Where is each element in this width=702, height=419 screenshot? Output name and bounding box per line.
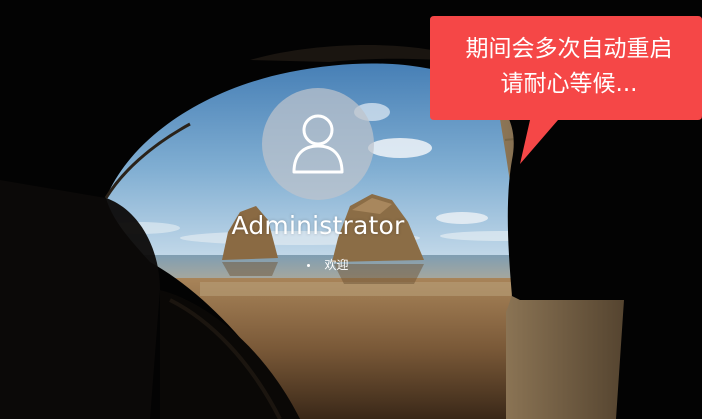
- user-icon: [292, 114, 344, 174]
- reboot-notice-callout: 期间会多次自动重启 请耐心等候...: [430, 16, 702, 166]
- lock-screen: Administrator 欢迎 期间会多次自动重启 请耐心等候...: [0, 0, 702, 419]
- callout-text: 期间会多次自动重启 请耐心等候...: [442, 32, 696, 102]
- callout-line-1: 期间会多次自动重启: [465, 36, 673, 62]
- login-status: 欢迎: [268, 255, 388, 275]
- username-label: Administrator: [231, 211, 405, 240]
- user-avatar: [262, 88, 374, 200]
- callout-line-2: 请耐心等候...: [500, 71, 638, 97]
- welcome-text: 欢迎: [324, 258, 349, 272]
- loading-spinner-icon: [307, 263, 311, 267]
